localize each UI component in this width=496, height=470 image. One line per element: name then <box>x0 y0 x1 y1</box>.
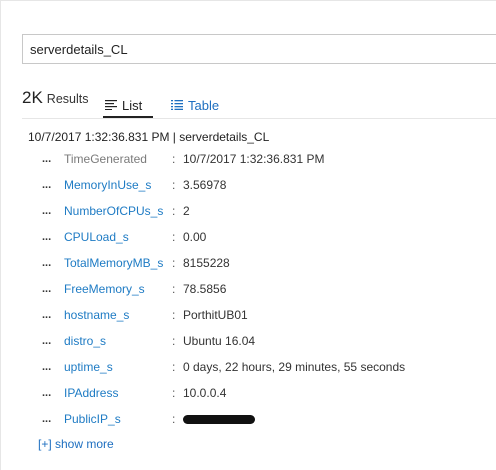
search-input[interactable] <box>23 35 496 63</box>
field-row-timegenerated: ... TimeGenerated : 10/7/2017 1:32:36.83… <box>42 150 324 168</box>
field-menu-icon[interactable]: ... <box>42 387 64 399</box>
field-row-cpuload: ... CPULoad_s : 0.00 <box>42 228 206 246</box>
top-border <box>0 0 496 1</box>
field-separator: : <box>172 230 176 244</box>
field-name[interactable]: distro_s <box>64 334 172 348</box>
field-separator: : <box>172 334 176 348</box>
log-search-results-panel: 2K Results List Table <box>0 0 496 470</box>
field-name[interactable]: hostname_s <box>64 308 172 322</box>
results-divider <box>22 118 496 119</box>
field-name[interactable]: NumberOfCPUs_s <box>64 204 172 218</box>
field-value: PorthitUB01 <box>183 308 248 322</box>
results-label: Results <box>46 92 89 106</box>
redacted-value <box>183 414 255 424</box>
tab-list-label: List <box>122 97 143 113</box>
field-name[interactable]: MemoryInUse_s <box>64 178 172 192</box>
field-separator: : <box>172 256 176 270</box>
results-count: 2K <box>22 88 43 107</box>
search-box[interactable] <box>22 34 496 64</box>
field-value: 78.5856 <box>183 282 227 296</box>
record-header: 10/7/2017 1:32:36.831 PM | serverdetails… <box>28 130 270 144</box>
tab-table[interactable]: Table <box>171 94 219 116</box>
left-border <box>0 0 1 470</box>
field-name[interactable]: TotalMemoryMB_s <box>64 256 172 270</box>
field-menu-icon[interactable]: ... <box>42 257 64 269</box>
show-more-link[interactable]: [+] show more <box>38 437 114 451</box>
tab-list[interactable]: List <box>105 94 142 116</box>
field-separator: : <box>172 282 176 296</box>
field-value: 2 <box>183 204 190 218</box>
field-separator: : <box>172 412 176 426</box>
field-row-uptime: ... uptime_s : 0 days, 22 hours, 29 minu… <box>42 358 405 376</box>
field-row-freememory: ... FreeMemory_s : 78.5856 <box>42 280 226 298</box>
field-menu-icon[interactable]: ... <box>42 231 64 243</box>
field-name[interactable]: CPULoad_s <box>64 230 172 244</box>
field-row-distro: ... distro_s : Ubuntu 16.04 <box>42 332 255 350</box>
list-lines-icon <box>105 98 117 113</box>
field-row-numberofcpus: ... NumberOfCPUs_s : 2 <box>42 202 190 220</box>
field-row-ipaddress: ... IPAddress : 10.0.0.4 <box>42 384 226 402</box>
field-name[interactable]: FreeMemory_s <box>64 282 172 296</box>
field-value: 8155228 <box>183 256 230 270</box>
field-separator: : <box>172 360 176 374</box>
field-menu-icon[interactable]: ... <box>42 205 64 217</box>
field-name: TimeGenerated <box>64 152 147 166</box>
field-value: 10/7/2017 1:32:36.831 PM <box>183 152 325 166</box>
field-menu-icon[interactable]: ... <box>42 413 64 425</box>
field-separator: : <box>172 204 176 218</box>
field-row-publicip: ... PublicIP_s : <box>42 410 255 428</box>
table-grid-icon <box>171 98 183 113</box>
field-name[interactable]: PublicIP_s <box>64 412 172 426</box>
field-menu-icon[interactable]: ... <box>42 335 64 347</box>
field-separator: : <box>172 152 176 166</box>
results-summary: 2K Results <box>22 88 88 116</box>
field-menu-icon[interactable]: ... <box>42 361 64 373</box>
field-value: 0.00 <box>183 230 207 244</box>
field-value: 10.0.0.4 <box>183 386 227 400</box>
field-separator: : <box>172 308 176 322</box>
field-name[interactable]: uptime_s <box>64 360 172 374</box>
field-menu-icon[interactable]: ... <box>42 153 64 165</box>
field-menu-icon[interactable]: ... <box>42 283 64 295</box>
field-menu-icon[interactable]: ... <box>42 309 64 321</box>
field-row-totalmemorymb: ... TotalMemoryMB_s : 8155228 <box>42 254 230 272</box>
field-name[interactable]: IPAddress <box>64 386 172 400</box>
field-row-memoryinuse: ... MemoryInUse_s : 3.56978 <box>42 176 226 194</box>
field-separator: : <box>172 386 176 400</box>
field-value: 0 days, 22 hours, 29 minutes, 55 seconds <box>183 360 406 374</box>
field-menu-icon[interactable]: ... <box>42 179 64 191</box>
field-row-hostname: ... hostname_s : PorthitUB01 <box>42 306 248 324</box>
field-value: Ubuntu 16.04 <box>183 334 256 348</box>
field-separator: : <box>172 178 176 192</box>
field-value: 3.56978 <box>183 178 227 192</box>
tab-table-label: Table <box>188 97 220 113</box>
